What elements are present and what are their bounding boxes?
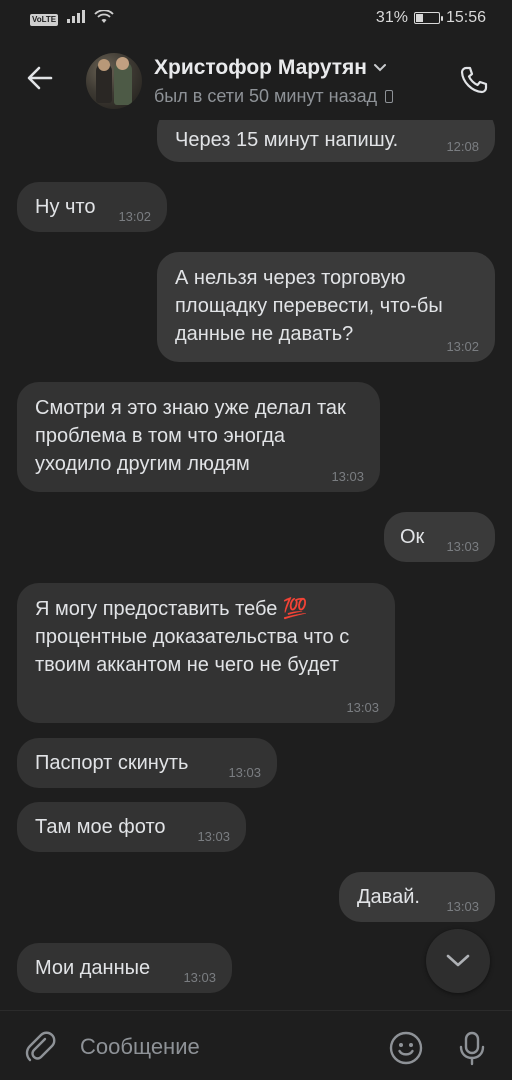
battery-icon xyxy=(413,12,443,24)
smile-icon xyxy=(389,1031,423,1065)
battery-percent: 31% xyxy=(375,9,408,26)
message-time: 13:03 xyxy=(228,765,261,780)
message-bubble-incoming[interactable]: Там мое фото 13:03 xyxy=(17,802,246,852)
status-bar: VoLTE 31% 15:56 xyxy=(0,0,512,40)
status-bar-right: 31% 15:56 xyxy=(376,9,486,27)
call-button[interactable] xyxy=(454,60,494,100)
contact-name-label: Христофор Марутян xyxy=(154,56,367,79)
arrow-left-icon xyxy=(27,66,53,90)
battery-fill xyxy=(415,14,424,22)
message-list[interactable]: Через 15 минут напишу. 12:08 Ну что 13:0… xyxy=(0,120,512,1008)
message-text: Смотри я это знаю уже делал так проблема… xyxy=(35,397,346,475)
message-time: 13:03 xyxy=(446,899,479,914)
message-text: Паспорт скинуть xyxy=(35,752,189,774)
volte-icon: VoLTE xyxy=(30,13,59,26)
message-time: 13:02 xyxy=(118,209,151,224)
message-bubble-incoming[interactable]: Я могу предоставить тебе 💯 процентные до… xyxy=(17,583,395,723)
scroll-to-bottom-button[interactable] xyxy=(426,929,490,993)
phone-icon xyxy=(460,66,488,94)
message-text: Я могу предоставить тебе 💯 процентные до… xyxy=(35,598,350,676)
last-seen-label: был в сети 50 минут назад xyxy=(154,86,378,106)
last-seen: был в сети 50 минут назад xyxy=(154,86,394,107)
message-time: 13:03 xyxy=(446,539,479,554)
message-bubble-outgoing[interactable]: Давай. 13:03 xyxy=(339,872,495,922)
emoji-button[interactable] xyxy=(386,1028,426,1068)
chevron-down-icon xyxy=(446,954,470,967)
message-text: Давай. xyxy=(357,886,420,908)
message-time: 13:03 xyxy=(346,700,379,715)
composer-bar: Сообщение xyxy=(0,1010,512,1080)
chat-header: Христофор Марутян был в сети 50 минут на… xyxy=(0,40,512,120)
chevron-down-icon xyxy=(373,64,386,72)
message-text: Ну что xyxy=(35,196,96,218)
message-text: А нельзя через торговую площадку перевес… xyxy=(175,267,443,345)
mobile-device-icon xyxy=(385,90,394,103)
status-bar-left: VoLTE xyxy=(30,9,114,29)
message-time: 13:03 xyxy=(197,829,230,844)
message-bubble-incoming[interactable]: Ну что 13:02 xyxy=(17,182,167,232)
message-text: Мои данные xyxy=(35,957,151,979)
message-bubble-outgoing[interactable]: Ок 13:03 xyxy=(384,512,495,562)
contact-name[interactable]: Христофор Марутян xyxy=(154,56,387,80)
wifi-icon xyxy=(94,9,114,29)
message-time: 12:08 xyxy=(446,139,479,154)
message-text: Там мое фото xyxy=(35,816,166,838)
message-time: 13:03 xyxy=(183,970,216,985)
clock: 15:56 xyxy=(445,9,486,26)
message-bubble-outgoing[interactable]: А нельзя через торговую площадку перевес… xyxy=(157,252,495,362)
microphone-icon xyxy=(459,1031,485,1066)
chat-screen: VoLTE 31% 15:56 Христофор Марутян был в … xyxy=(0,0,512,1080)
paperclip-icon xyxy=(25,1031,56,1062)
attach-button[interactable] xyxy=(20,1027,60,1067)
back-button[interactable] xyxy=(22,60,58,96)
message-text: Ок xyxy=(400,526,425,548)
voice-message-button[interactable] xyxy=(452,1028,492,1068)
message-text: Через 15 минут напишу. xyxy=(175,129,399,151)
message-bubble-incoming[interactable]: Мои данные 13:03 xyxy=(17,943,232,993)
message-bubble-outgoing[interactable]: Через 15 минут напишу. 12:08 xyxy=(157,120,495,162)
message-bubble-incoming[interactable]: Паспорт скинуть 13:03 xyxy=(17,738,277,788)
message-input[interactable]: Сообщение xyxy=(80,1029,370,1065)
message-bubble-incoming[interactable]: Смотри я это знаю уже делал так проблема… xyxy=(17,382,380,492)
avatar[interactable] xyxy=(86,53,142,109)
message-time: 13:03 xyxy=(331,469,364,484)
signal-icon xyxy=(66,10,86,29)
message-time: 13:02 xyxy=(446,339,479,354)
